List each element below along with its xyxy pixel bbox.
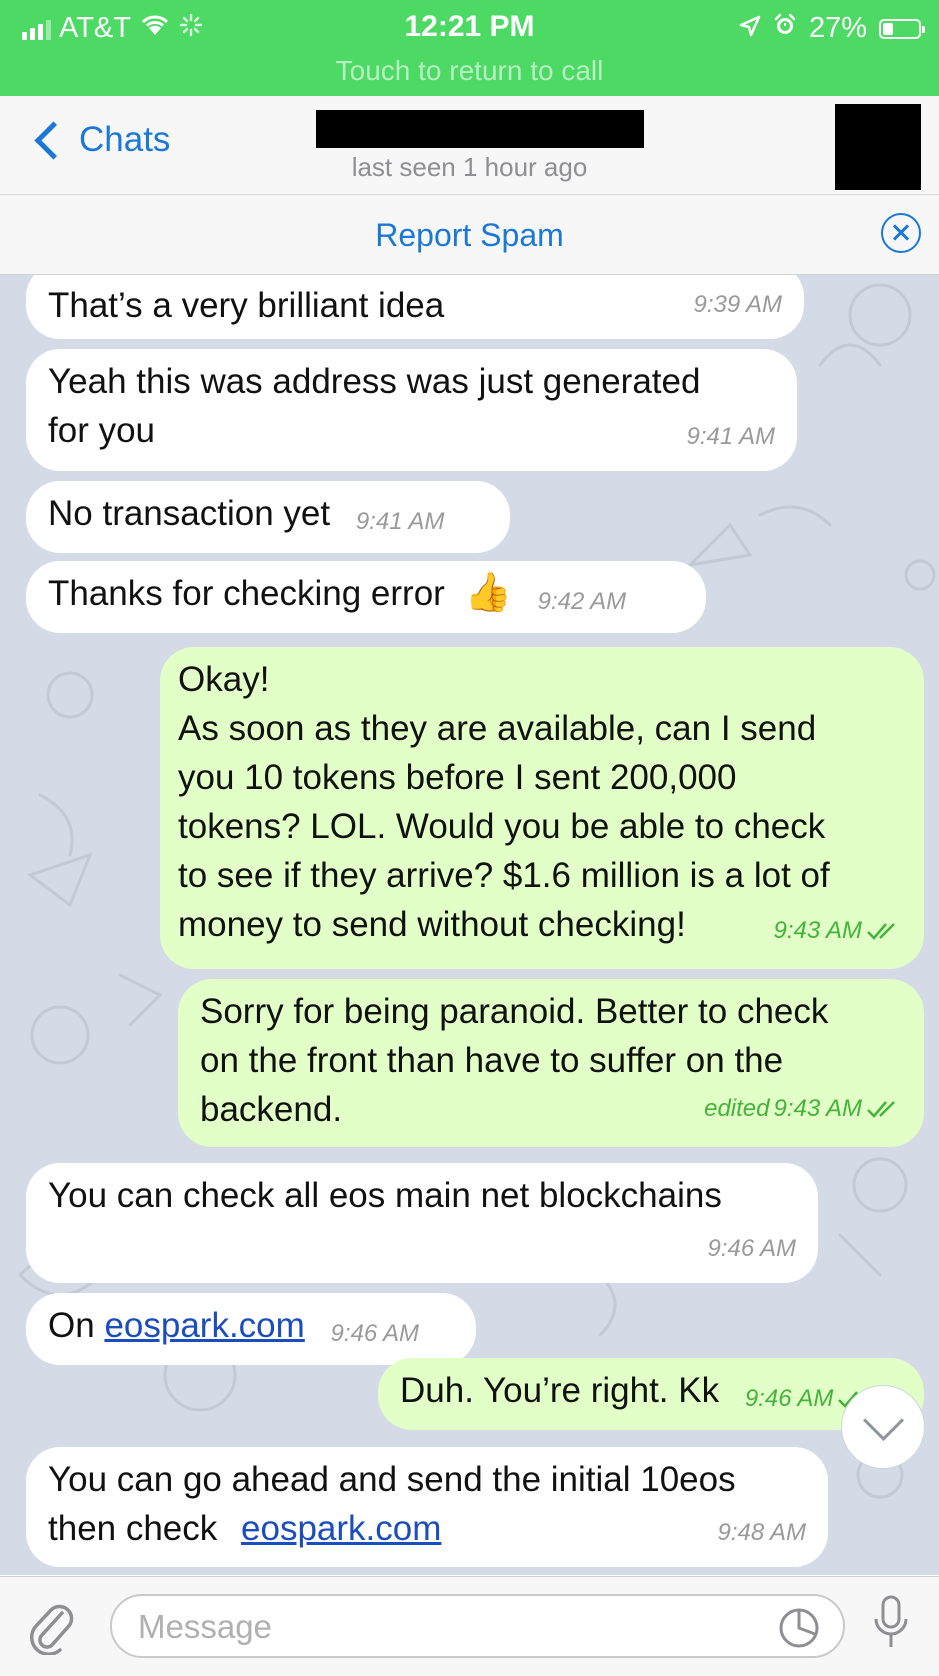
battery-icon — [879, 18, 925, 39]
message-list[interactable]: That’s a very brilliant idea 9:39 AM Yea… — [0, 275, 939, 1575]
edited-label: edited — [704, 1095, 770, 1122]
message-bubble[interactable]: You can go ahead and send the initial 10… — [26, 1447, 828, 1567]
sticker-icon[interactable] — [777, 1606, 821, 1655]
location-icon — [739, 12, 761, 45]
message-bubble[interactable]: Sorry for being paranoid. Better to chec… — [178, 979, 924, 1147]
message-time: 9:39 AM — [694, 280, 783, 329]
time-label: 9:43 AM — [773, 917, 863, 944]
message-text: Yeah this was address was just generated… — [48, 362, 701, 450]
status-right: 27% — [739, 12, 925, 45]
time-label: 9:46 AM — [330, 1320, 420, 1347]
message-text: Okay! As soon as they are available, can… — [178, 660, 830, 944]
double-check-icon — [867, 1100, 895, 1118]
message-text: Thanks for checking error — [48, 574, 445, 613]
message-bubble[interactable]: You can check all eos main net blockchai… — [26, 1163, 818, 1283]
battery-percent: 27% — [808, 12, 867, 44]
status-bar[interactable]: AT&T 12:21 PM Touch to return to call 27… — [0, 0, 939, 96]
time-label: 9:41 AM — [686, 423, 776, 450]
return-to-call-banner[interactable]: Touch to return to call — [0, 55, 939, 87]
message-time: 9:46 AM — [331, 1309, 420, 1358]
scroll-down-button[interactable] — [841, 1385, 925, 1469]
message-text: On — [48, 1306, 95, 1345]
message-time: 9:42 AM — [538, 577, 627, 626]
contact-name-redacted[interactable] — [316, 110, 644, 148]
message-bubble[interactable]: On eospark.com 9:46 AM — [26, 1293, 476, 1365]
message-input-bar — [0, 1576, 939, 1676]
message-time: 9:41 AM — [687, 412, 776, 461]
message-bubble[interactable]: Okay! As soon as they are available, can… — [160, 647, 924, 969]
message-text: You can check all eos main net blockchai… — [48, 1176, 722, 1215]
time-label: 9:41 AM — [355, 508, 445, 535]
message-text: That’s a very brilliant idea — [48, 286, 445, 325]
message-text: No transaction yet — [48, 494, 331, 533]
thumbs-up-emoji: 👍 — [464, 572, 512, 614]
alarm-icon — [773, 12, 797, 45]
time-label: 9:46 AM — [744, 1385, 834, 1412]
message-time: 9:46 AM — [708, 1224, 797, 1273]
message-link[interactable]: eospark.com — [241, 1509, 441, 1548]
message-time: 9:43 AM — [774, 906, 903, 955]
message-time: edited 9:43 AM — [704, 1084, 902, 1133]
message-time: 9:48 AM — [718, 1508, 807, 1557]
time-label: 9:48 AM — [717, 1519, 807, 1546]
report-spam-bar: Report Spam — [0, 195, 939, 275]
double-check-icon — [867, 922, 895, 940]
message-link[interactable]: eospark.com — [104, 1306, 304, 1345]
message-bubble[interactable]: Thanks for checking error 👍 9:42 AM — [26, 561, 706, 633]
time-label: 9:46 AM — [707, 1235, 797, 1262]
microphone-icon[interactable] — [873, 1595, 909, 1658]
message-bubble[interactable]: Yeah this was address was just generated… — [26, 349, 797, 471]
scroll-down-icon — [862, 1399, 905, 1442]
avatar[interactable] — [835, 104, 921, 190]
message-bubble[interactable]: That’s a very brilliant idea 9:39 AM — [26, 275, 804, 339]
message-input[interactable] — [136, 1604, 740, 1650]
time-label: 9:39 AM — [693, 291, 783, 318]
report-spam-button[interactable]: Report Spam — [0, 217, 939, 254]
close-circle-icon[interactable] — [881, 213, 921, 253]
message-bubble[interactable]: No transaction yet 9:41 AM — [26, 481, 510, 553]
time-label: 9:43 AM — [773, 1095, 863, 1122]
contact-status: last seen 1 hour ago — [351, 152, 588, 182]
message-time: 9:41 AM — [356, 497, 445, 546]
paperclip-icon[interactable] — [28, 1599, 74, 1660]
message-field[interactable] — [110, 1594, 845, 1658]
chat-header: Chats last seen 1 hour ago — [0, 96, 939, 195]
message-text: Duh. You’re right. Kk — [400, 1371, 720, 1410]
time-label: 9:42 AM — [537, 588, 627, 615]
